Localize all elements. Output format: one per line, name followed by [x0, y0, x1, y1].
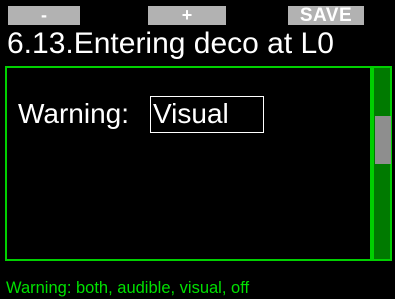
page-title: 6.13.Entering deco at L0: [7, 27, 334, 60]
increase-button[interactable]: +: [148, 6, 226, 25]
settings-panel: Warning: Visual: [5, 66, 372, 261]
decrease-button[interactable]: -: [8, 6, 80, 25]
warning-value-field[interactable]: Visual: [150, 96, 264, 133]
softkey-bar: - + SAVE: [0, 0, 395, 26]
save-button[interactable]: SAVE: [288, 6, 364, 25]
help-hint: Warning: both, audible, visual, off: [6, 279, 250, 297]
scrollbar-thumb[interactable]: [375, 116, 391, 164]
scrollbar[interactable]: [372, 66, 392, 261]
warning-label: Warning:: [18, 98, 130, 129]
